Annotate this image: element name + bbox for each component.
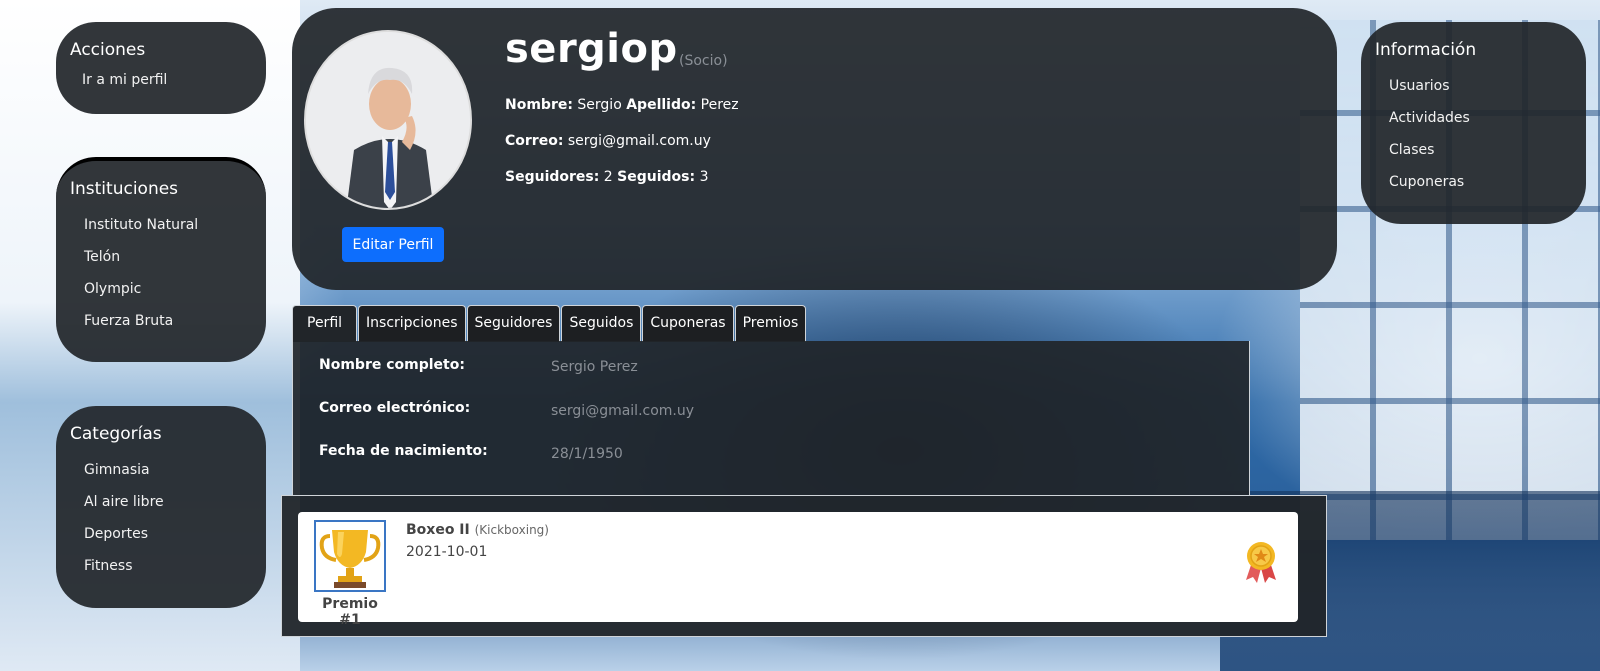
profile-card: sergiop (Socio) Nombre: Sergio Apellido:… xyxy=(292,8,1337,290)
seguidores-value: 2 xyxy=(603,169,613,185)
acciones-panel: Acciones Ir a mi perfil xyxy=(56,22,266,114)
seguidos-value: 3 xyxy=(699,169,709,185)
detail-label: Correo electrónico: xyxy=(319,400,471,416)
profile-tabs: Perfil Inscripciones Seguidores Seguidos… xyxy=(292,305,807,342)
informacion-panel: Información Usuarios Actividades Clases … xyxy=(1361,22,1586,224)
institucion-item[interactable]: Instituto Natural xyxy=(70,209,252,241)
premio-card[interactable]: Premio #1 Boxeo II (Kickboxing) 2021-10-… xyxy=(298,512,1298,628)
premios-container: Premio #1 Boxeo II (Kickboxing) 2021-10-… xyxy=(281,495,1327,637)
categorias-title: Categorías xyxy=(70,424,162,444)
nombre-value: Sergio xyxy=(577,97,622,113)
apellido-label: Apellido: xyxy=(626,97,697,113)
avatar xyxy=(304,30,472,210)
informacion-item-clases[interactable]: Clases xyxy=(1375,134,1572,166)
profile-username: sergiop xyxy=(505,26,678,72)
seguidos-label: Seguidos: xyxy=(617,169,696,185)
apellido-value: Perez xyxy=(700,97,739,113)
profile-email-line: Correo: sergi@gmail.com.uy xyxy=(505,133,711,149)
acciones-title: Acciones xyxy=(70,40,146,60)
informacion-item-actividades[interactable]: Actividades xyxy=(1375,102,1572,134)
premio-activity: (Kickboxing) xyxy=(474,523,549,537)
nombre-label: Nombre: xyxy=(505,97,573,113)
profile-name-line: Nombre: Sergio Apellido: Perez xyxy=(505,97,739,113)
tab-inscripciones[interactable]: Inscripciones xyxy=(358,305,466,342)
categoria-item[interactable]: Al aire libre xyxy=(70,486,252,518)
instituciones-panel: Instituciones Instituto Natural Telón Ol… xyxy=(56,157,266,362)
institucion-item[interactable]: Olympic xyxy=(70,273,252,305)
institucion-item[interactable]: Fuerza Bruta xyxy=(70,305,252,337)
premio-title-line: Boxeo II (Kickboxing) xyxy=(406,522,549,538)
medal-icon xyxy=(1244,540,1278,584)
correo-value: sergi@gmail.com.uy xyxy=(567,133,711,149)
profile-follow-line: Seguidores: 2 Seguidos: 3 xyxy=(505,169,708,185)
tab-perfil[interactable]: Perfil xyxy=(292,305,358,342)
premio-date: 2021-10-01 xyxy=(406,544,488,560)
institucion-item[interactable]: Telón xyxy=(70,241,252,273)
categoria-item[interactable]: Gimnasia xyxy=(70,454,252,486)
avatar-person-icon xyxy=(306,32,470,208)
tab-cuponeras[interactable]: Cuponeras xyxy=(642,305,734,342)
edit-profile-button[interactable]: Editar Perfil xyxy=(342,227,444,262)
premio-class-name: Boxeo II xyxy=(406,522,470,538)
detail-value: sergi@gmail.com.uy xyxy=(551,403,695,419)
categorias-panel: Categorías Gimnasia Al aire libre Deport… xyxy=(56,406,266,608)
detail-value: 28/1/1950 xyxy=(551,446,623,462)
instituciones-title: Instituciones xyxy=(70,179,179,199)
detail-value: Sergio Perez xyxy=(551,359,638,375)
acciones-item-mi-perfil[interactable]: Ir a mi perfil xyxy=(70,70,252,90)
trophy-icon xyxy=(314,520,386,592)
categoria-item[interactable]: Deportes xyxy=(70,518,252,550)
detail-label: Nombre completo: xyxy=(319,357,465,373)
premio-number: Premio #1 xyxy=(322,596,378,628)
tab-seguidores[interactable]: Seguidores xyxy=(466,305,561,342)
informacion-item-cuponeras[interactable]: Cuponeras xyxy=(1375,166,1572,198)
seguidores-label: Seguidores: xyxy=(505,169,600,185)
categoria-item[interactable]: Fitness xyxy=(70,550,252,582)
informacion-title: Información xyxy=(1375,40,1477,60)
tab-seguidos[interactable]: Seguidos xyxy=(561,305,642,342)
correo-label: Correo: xyxy=(505,133,564,149)
informacion-item-usuarios[interactable]: Usuarios xyxy=(1375,70,1572,102)
detail-label: Fecha de nacimiento: xyxy=(319,443,488,459)
tab-premios[interactable]: Premios xyxy=(734,305,807,342)
perfil-tab-content: Nombre completo: Sergio Perez Correo ele… xyxy=(292,341,1250,496)
profile-role: (Socio) xyxy=(679,53,728,69)
